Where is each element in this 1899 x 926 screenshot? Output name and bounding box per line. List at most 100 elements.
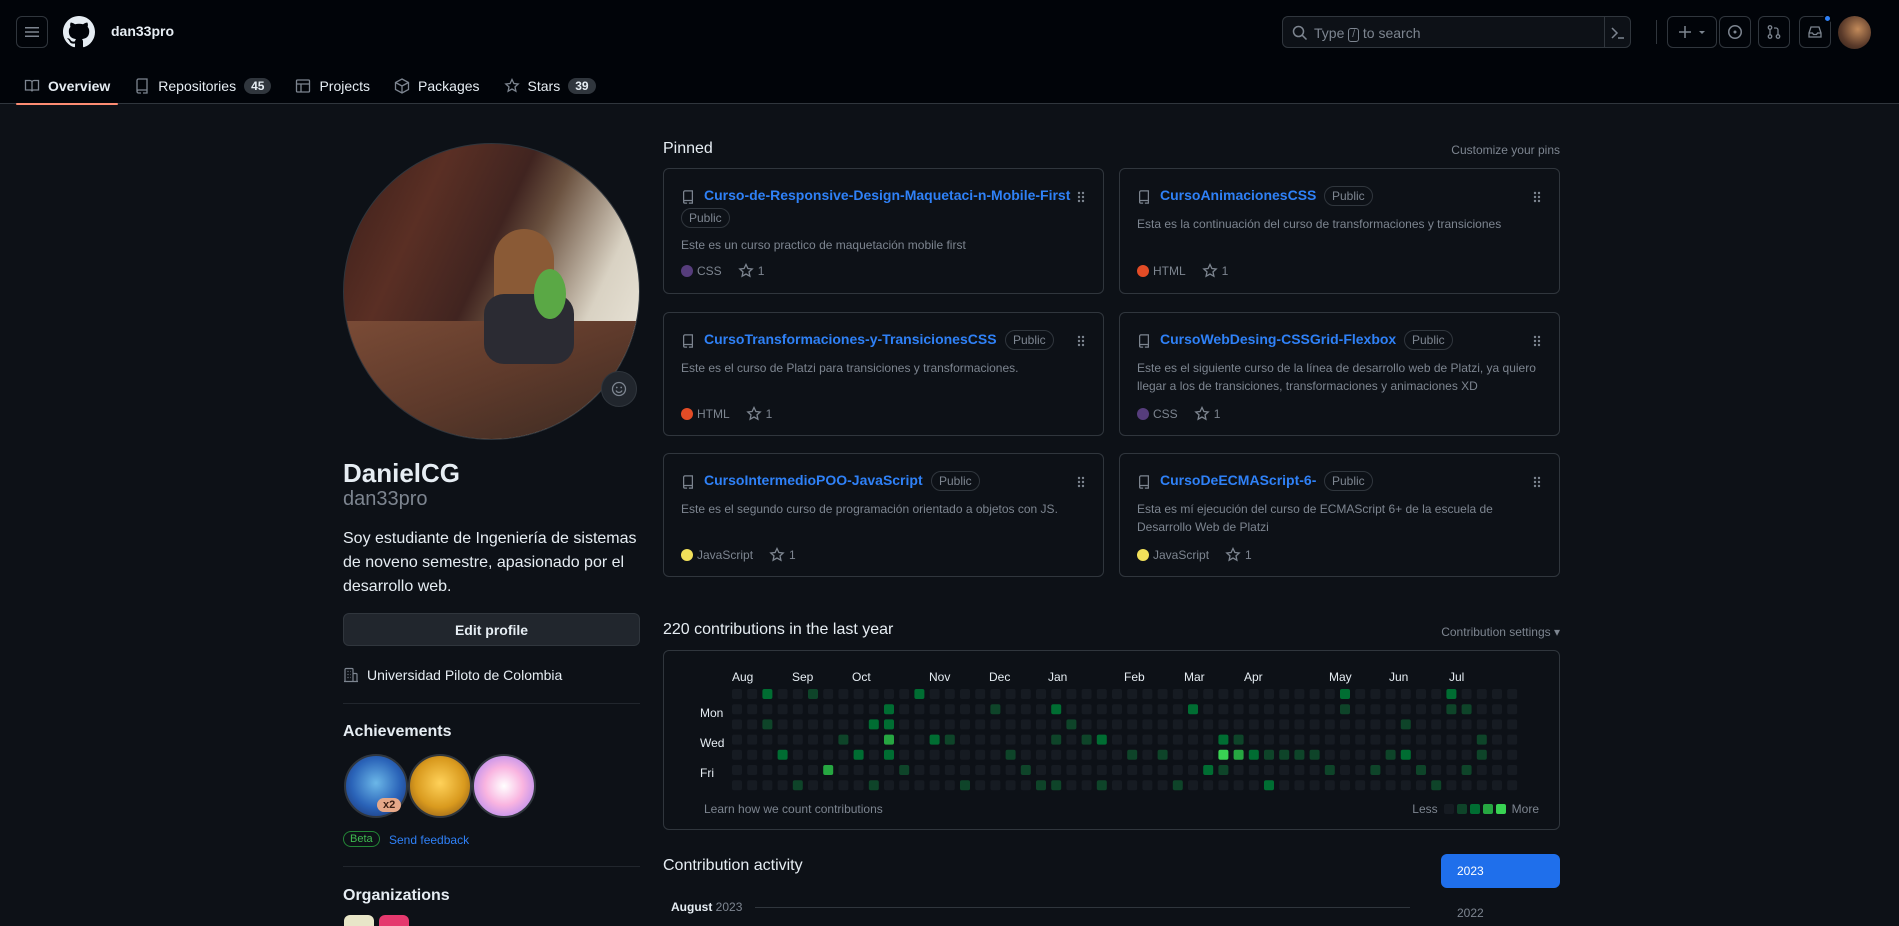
contribution-day[interactable]: [1370, 704, 1381, 715]
contribution-day[interactable]: [1036, 689, 1046, 699]
contribution-day[interactable]: [838, 780, 849, 791]
contribution-day[interactable]: [1340, 734, 1350, 745]
contribution-day[interactable]: [1172, 719, 1183, 730]
contribution-day[interactable]: [1066, 734, 1077, 745]
contribution-day[interactable]: [747, 734, 758, 745]
contribution-day[interactable]: [777, 689, 788, 699]
contribution-day[interactable]: [1279, 749, 1290, 760]
contribution-day[interactable]: [823, 749, 834, 760]
contribution-day[interactable]: [792, 689, 803, 699]
contribution-day[interactable]: [1188, 689, 1198, 699]
tab-packages[interactable]: Packages: [386, 68, 487, 104]
contribution-day[interactable]: [808, 749, 818, 760]
contribution-day[interactable]: [1507, 704, 1518, 715]
contribution-day[interactable]: [792, 719, 803, 730]
contribution-day[interactable]: [1309, 780, 1320, 791]
contribution-day[interactable]: [1431, 734, 1442, 745]
contribution-day[interactable]: [1142, 765, 1153, 775]
header-username[interactable]: dan33pro: [111, 23, 174, 39]
contribution-day[interactable]: [960, 765, 970, 775]
contribution-day[interactable]: [1157, 765, 1168, 775]
contribution-day[interactable]: [1218, 765, 1229, 775]
contribution-day[interactable]: [747, 719, 758, 730]
contribution-day[interactable]: [1355, 734, 1366, 745]
pinned-repo-link[interactable]: Curso-de-Responsive-Design-Maquetaci-n-M…: [704, 187, 1070, 203]
contribution-day[interactable]: [1081, 749, 1092, 760]
contribution-day[interactable]: [762, 749, 773, 760]
contribution-day[interactable]: [1066, 719, 1077, 730]
contribution-day[interactable]: [1476, 719, 1487, 730]
contribution-day[interactable]: [1096, 734, 1107, 745]
achievements-heading[interactable]: Achievements: [343, 723, 452, 741]
contribution-day[interactable]: [914, 749, 925, 760]
contribution-day[interactable]: [1142, 749, 1153, 760]
contribution-day[interactable]: [1005, 734, 1016, 745]
contribution-day[interactable]: [823, 734, 834, 745]
drag-handle-icon[interactable]: [1076, 333, 1086, 349]
contribution-day[interactable]: [823, 719, 834, 730]
contribution-day[interactable]: [1507, 689, 1518, 699]
contribution-day[interactable]: [1218, 780, 1229, 791]
contribution-day[interactable]: [1051, 765, 1062, 775]
contribution-day[interactable]: [1005, 765, 1016, 775]
contribution-day[interactable]: [1112, 765, 1122, 775]
contribution-day[interactable]: [1476, 704, 1487, 715]
contribution-day[interactable]: [884, 749, 894, 760]
contribution-day[interactable]: [1279, 765, 1290, 775]
inbox-button[interactable]: [1799, 14, 1832, 48]
drag-handle-icon[interactable]: [1532, 333, 1542, 349]
contribution-day[interactable]: [1340, 749, 1350, 760]
contribution-day[interactable]: [1400, 734, 1411, 745]
contribution-day[interactable]: [1476, 689, 1487, 699]
contribution-day[interactable]: [1157, 749, 1168, 760]
contribution-day[interactable]: [1355, 704, 1366, 715]
contribution-day[interactable]: [899, 719, 910, 730]
contribution-day[interactable]: [838, 704, 849, 715]
contribution-day[interactable]: [1233, 704, 1244, 715]
pinned-repo-link[interactable]: CursoDeECMAScript-6-: [1160, 472, 1316, 488]
contribution-day[interactable]: [1355, 749, 1366, 760]
contribution-day[interactable]: [1264, 749, 1274, 760]
contribution-day[interactable]: [1446, 765, 1457, 775]
contribution-day[interactable]: [914, 765, 925, 775]
contribution-day[interactable]: [1157, 719, 1168, 730]
contribution-day[interactable]: [914, 734, 925, 745]
learn-contributions-link[interactable]: Learn how we count contributions: [704, 802, 883, 816]
contribution-day[interactable]: [884, 704, 894, 715]
contribution-day[interactable]: [1051, 780, 1062, 791]
contribution-day[interactable]: [1385, 765, 1396, 775]
contribution-day[interactable]: [914, 689, 925, 699]
contribution-day[interactable]: [853, 749, 864, 760]
contribution-day[interactable]: [1340, 765, 1350, 775]
contribution-day[interactable]: [1294, 689, 1305, 699]
contribution-day[interactable]: [899, 689, 910, 699]
contribution-day[interactable]: [762, 704, 773, 715]
contribution-day[interactable]: [944, 689, 955, 699]
contribution-day[interactable]: [1005, 704, 1016, 715]
contribution-day[interactable]: [1066, 780, 1077, 791]
contribution-day[interactable]: [1112, 749, 1122, 760]
contribution-day[interactable]: [1385, 749, 1396, 760]
pull-requests-button[interactable]: [1758, 16, 1790, 48]
repo-stars[interactable]: 1: [737, 263, 764, 279]
contribution-day[interactable]: [868, 780, 879, 791]
contribution-day[interactable]: [1431, 765, 1442, 775]
contribution-day[interactable]: [1020, 734, 1031, 745]
contribution-day[interactable]: [1157, 734, 1168, 745]
contribution-day[interactable]: [975, 719, 986, 730]
user-avatar-menu[interactable]: [1838, 16, 1871, 49]
pinned-repo-link[interactable]: CursoWebDesing-CSSGrid-Flexbox: [1160, 331, 1396, 347]
contribution-day[interactable]: [929, 765, 940, 775]
contribution-day[interactable]: [1385, 719, 1396, 730]
contribution-day[interactable]: [1081, 780, 1092, 791]
contribution-day[interactable]: [1203, 689, 1214, 699]
contribution-day[interactable]: [732, 704, 742, 715]
edit-profile-button[interactable]: Edit profile: [343, 613, 640, 646]
contribution-day[interactable]: [1020, 704, 1031, 715]
drag-handle-icon[interactable]: [1532, 189, 1542, 205]
contribution-day[interactable]: [1294, 780, 1305, 791]
contribution-day[interactable]: [944, 704, 955, 715]
contribution-day[interactable]: [1446, 719, 1457, 730]
tab-stars[interactable]: Stars 39: [496, 68, 604, 104]
contribution-day[interactable]: [853, 734, 864, 745]
